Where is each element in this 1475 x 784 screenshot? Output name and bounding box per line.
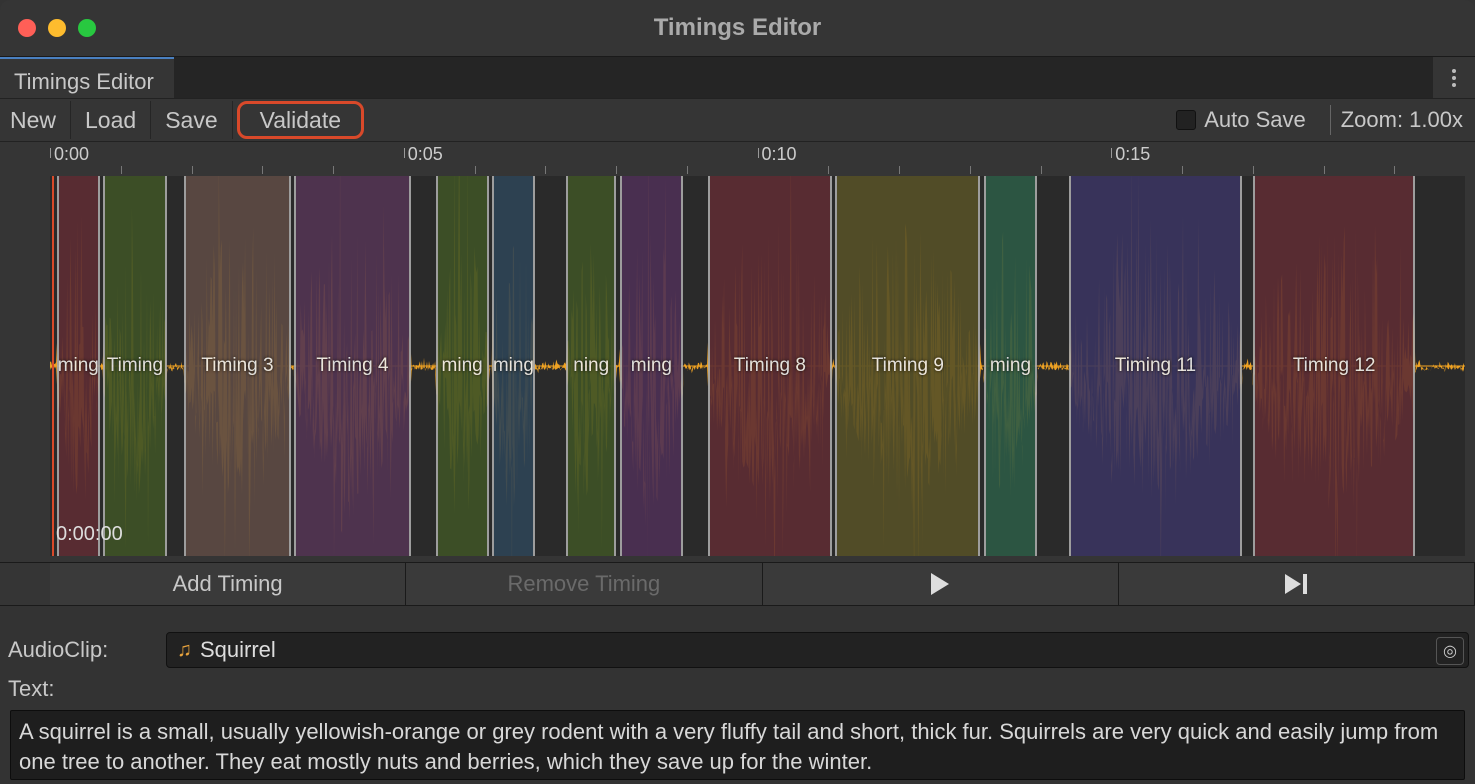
skip-end-icon: [1285, 574, 1307, 594]
timing-region[interactable]: ning: [566, 176, 616, 556]
timing-region-label: Timing 4: [316, 355, 388, 377]
timing-region-label: Timing 11: [1115, 355, 1196, 377]
playhead-timecode: 0:00:00: [56, 523, 123, 546]
timing-region-label: Timing 8: [734, 355, 806, 377]
kebab-icon: [1452, 69, 1456, 87]
timing-region[interactable]: ming: [57, 176, 99, 556]
play-icon: [931, 573, 949, 595]
load-button[interactable]: Load: [71, 101, 151, 139]
timing-region[interactable]: ming: [984, 176, 1037, 556]
toolbar-separator: [1330, 105, 1331, 135]
remove-timing-button[interactable]: Remove Timing: [406, 563, 762, 605]
timing-region-label: Timing 12: [1293, 355, 1376, 377]
audioclip-icon: ♫: [177, 639, 192, 662]
add-timing-button[interactable]: Add Timing: [50, 563, 406, 605]
window-minimize-button[interactable]: [48, 19, 66, 37]
audioclip-label: AudioClip:: [6, 637, 166, 663]
text-label: Text:: [6, 676, 166, 702]
timing-region-label: Timing: [107, 355, 163, 377]
target-icon: ◎: [1443, 641, 1457, 661]
timing-region[interactable]: Timing 4: [294, 176, 411, 556]
time-ruler[interactable]: 0:000:050:100:15: [50, 148, 1465, 176]
add-timing-label: Add Timing: [173, 571, 283, 597]
waveform-track[interactable]: mingTimingTiming 3Timing 4mingmingningmi…: [50, 176, 1465, 556]
timing-region-label: ming: [990, 355, 1031, 377]
audioclip-field[interactable]: ♫ Squirrel ◎: [166, 632, 1469, 668]
text-field[interactable]: A squirrel is a small, usually yellowish…: [10, 710, 1465, 780]
timing-region[interactable]: Timing 11: [1069, 176, 1242, 556]
timing-region[interactable]: Timing 9: [835, 176, 980, 556]
timing-region-label: ming: [442, 355, 483, 377]
text-field-row: Text:: [6, 672, 1469, 706]
window-close-button[interactable]: [18, 19, 36, 37]
window-title: Timings Editor: [0, 14, 1475, 42]
text-value: A squirrel is a small, usually yellowish…: [19, 719, 1438, 774]
remove-timing-label: Remove Timing: [507, 571, 660, 597]
save-button-label: Save: [165, 107, 217, 134]
play-button[interactable]: [763, 563, 1119, 605]
tab-bar: Timings Editor: [0, 56, 1475, 98]
window-titlebar: Timings Editor: [0, 0, 1475, 56]
timeline[interactable]: 0:000:050:100:15 ming Timing Timing 3 Timin…: [0, 142, 1475, 562]
timing-region[interactable]: ming: [620, 176, 684, 556]
audioclip-field-row: AudioClip: ♫ Squirrel ◎: [6, 628, 1469, 672]
validate-button[interactable]: Validate: [237, 101, 364, 139]
auto-save-toggle[interactable]: Auto Save: [1176, 107, 1320, 133]
toolbar: New Load Save Validate Auto Save Zoom: 1…: [0, 98, 1475, 142]
timing-region-label: ming: [58, 355, 99, 377]
timing-region-label: ning: [573, 355, 609, 377]
audioclip-value: Squirrel: [200, 637, 276, 663]
tab-label: Timings Editor: [14, 69, 154, 95]
load-button-label: Load: [85, 107, 136, 134]
auto-save-checkbox[interactable]: [1176, 110, 1196, 130]
panel-divider: [0, 606, 1475, 628]
timing-region[interactable]: ming: [436, 176, 489, 556]
timing-region-label: Timing 3: [201, 355, 273, 377]
tab-options-button[interactable]: [1433, 57, 1475, 98]
track-controls: Add Timing Remove Timing: [0, 562, 1475, 606]
timing-region[interactable]: Timing 8: [708, 176, 832, 556]
timing-region[interactable]: Timing 3: [184, 176, 290, 556]
timing-region[interactable]: Timing 12: [1253, 176, 1416, 556]
properties-panel: AudioClip: ♫ Squirrel ◎ Text: A squirrel…: [0, 628, 1475, 780]
new-button[interactable]: New: [0, 101, 71, 139]
timing-region[interactable]: Timing: [103, 176, 167, 556]
save-button[interactable]: Save: [151, 101, 232, 139]
timing-region-label: Timing 9: [872, 355, 944, 377]
object-picker-button[interactable]: ◎: [1436, 637, 1464, 665]
timing-region[interactable]: ming: [492, 176, 534, 556]
timing-region-label: ming: [631, 355, 672, 377]
skip-end-button[interactable]: [1119, 563, 1475, 605]
window-controls: [0, 19, 96, 37]
new-button-label: New: [10, 107, 56, 134]
validate-button-label: Validate: [260, 107, 341, 134]
zoom-readout: Zoom: 1.00x: [1341, 107, 1475, 133]
window-zoom-button[interactable]: [78, 19, 96, 37]
tabbar-spacer: [174, 57, 1433, 98]
playhead[interactable]: [52, 176, 54, 556]
tab-timings-editor[interactable]: Timings Editor: [0, 57, 174, 98]
timing-region-label: ming: [493, 355, 534, 377]
auto-save-label: Auto Save: [1204, 107, 1306, 133]
